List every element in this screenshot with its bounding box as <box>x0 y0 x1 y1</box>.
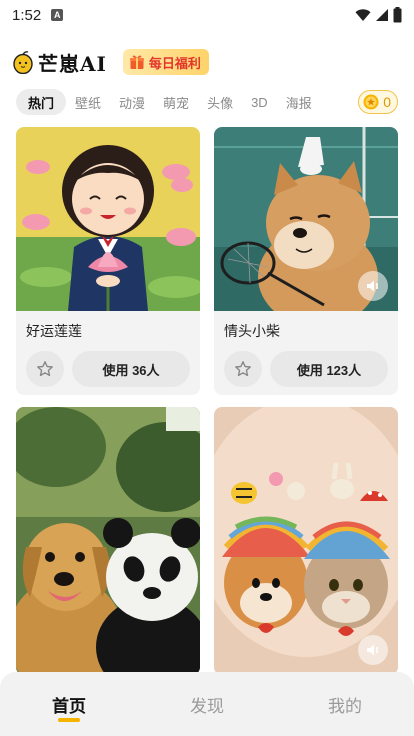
coin-count: 0 <box>383 94 391 110</box>
tab-poster[interactable]: 海报 <box>277 89 321 115</box>
template-name: 好运莲莲 <box>26 323 82 339</box>
tab-avatar[interactable]: 头像 <box>198 89 242 115</box>
use-template-button[interactable]: 使用 36人 <box>72 351 190 387</box>
bottom-navigation: 首页 发现 我的 <box>0 672 414 736</box>
app-title: 芒崽AI <box>38 51 107 76</box>
tab-anime[interactable]: 动漫 <box>110 89 154 115</box>
notification-icon: A <box>51 9 64 21</box>
gift-icon <box>129 55 144 69</box>
tab-wallpaper[interactable]: 壁纸 <box>66 89 110 115</box>
signal-icon <box>376 9 388 21</box>
favorite-button[interactable] <box>26 351 64 387</box>
favorite-button[interactable] <box>224 351 262 387</box>
app-logo: 芒崽AI <box>12 48 107 77</box>
tab-3d[interactable]: 3D <box>242 89 277 115</box>
nav-discover[interactable]: 发现 <box>167 692 247 717</box>
template-grid: 好运莲莲 使用 36人 情头小柴 使用 123人 <box>16 127 398 675</box>
coin-balance[interactable]: 0 <box>358 90 398 114</box>
template-card[interactable] <box>214 407 398 675</box>
template-card-info: 好运莲莲 使用 36人 <box>16 311 200 395</box>
template-card-info: 情头小柴 使用 123人 <box>214 311 398 395</box>
tab-hot[interactable]: 热门 <box>16 89 67 115</box>
dog-panda-image <box>16 407 200 675</box>
mango-logo-icon <box>13 51 33 74</box>
star-outline-icon <box>37 361 53 377</box>
template-card[interactable]: 情头小柴 使用 123人 <box>214 127 398 395</box>
template-card[interactable] <box>16 407 200 675</box>
speaker-muted-icon <box>367 280 378 292</box>
battery-icon <box>393 7 402 23</box>
star-outline-icon <box>235 361 251 377</box>
status-icons <box>355 7 402 23</box>
daily-bonus-button[interactable]: 每日福利 <box>122 49 209 75</box>
sound-toggle-button[interactable] <box>358 271 388 301</box>
template-name: 情头小柴 <box>224 323 280 339</box>
nav-profile[interactable]: 我的 <box>305 692 385 717</box>
template-thumbnail-shiba[interactable] <box>214 127 398 311</box>
category-tabs: 热门 壁纸 动漫 萌宠 头像 3D 海报 0 <box>16 88 398 116</box>
coin-icon <box>363 94 379 110</box>
use-template-button[interactable]: 使用 123人 <box>270 351 388 387</box>
nav-home[interactable]: 首页 <box>29 692 109 722</box>
template-actions: 使用 123人 <box>224 351 388 387</box>
speaker-muted-icon <box>367 644 378 656</box>
app-header: 芒崽AI 每日福利 <box>0 44 414 80</box>
template-actions: 使用 36人 <box>26 351 190 387</box>
status-bar: 1:52 A <box>0 0 414 30</box>
template-thumbnail-lotus-girl[interactable] <box>16 127 200 311</box>
status-time: 1:52 <box>12 6 42 24</box>
template-thumbnail-knit-hats[interactable] <box>214 407 398 675</box>
wifi-icon <box>355 9 371 21</box>
tab-pets[interactable]: 萌宠 <box>154 89 198 115</box>
template-thumbnail-dog-panda[interactable] <box>16 407 200 675</box>
sound-toggle-button[interactable] <box>358 635 388 665</box>
template-card[interactable]: 好运莲莲 使用 36人 <box>16 127 200 395</box>
lotus-girl-image <box>16 127 200 311</box>
daily-bonus-label: 每日福利 <box>148 55 201 71</box>
